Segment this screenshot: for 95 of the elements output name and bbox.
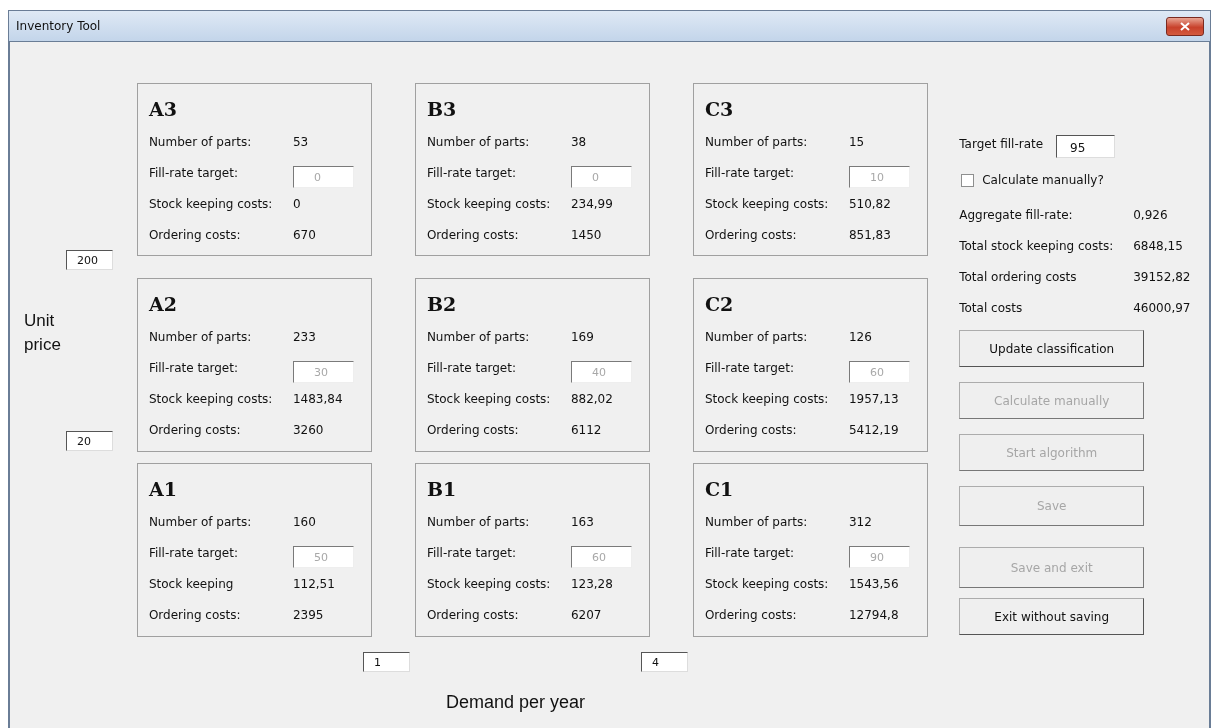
field-value: 53 xyxy=(292,134,309,149)
field-value: 670 xyxy=(292,227,316,242)
field-label: Fill-rate target: xyxy=(426,545,517,560)
field-value: 851,83 xyxy=(848,227,891,242)
field-label: Number of parts: xyxy=(426,514,531,529)
field-value: 3260 xyxy=(292,422,324,437)
panel-title: A1 xyxy=(148,478,178,502)
panel-title: B2 xyxy=(426,293,458,317)
field-value: 882,02 xyxy=(570,391,613,406)
field-label: Stock keeping costs: xyxy=(426,576,552,591)
field-label: Ordering costs: xyxy=(704,607,798,622)
field-label: Number of parts: xyxy=(704,134,809,149)
field-label: Total ordering costs xyxy=(959,269,1078,284)
checkbox[interactable] xyxy=(961,173,975,187)
field-value: 234,99 xyxy=(570,196,613,211)
field-label: Stock keeping costs: xyxy=(426,196,552,211)
field-label: Fill-rate target: xyxy=(704,360,795,375)
field-value: 160 xyxy=(292,514,316,529)
action-button[interactable]: Exit without saving xyxy=(959,598,1145,635)
threshold-field[interactable]: 1 xyxy=(362,652,410,672)
threshold-field[interactable]: 20 xyxy=(66,431,113,451)
field-label: Ordering costs: xyxy=(426,227,520,242)
field-label: Ordering costs: xyxy=(426,422,520,437)
field-value: 126 xyxy=(848,329,872,344)
field-value: 1957,13 xyxy=(848,391,899,406)
panel-title: C1 xyxy=(704,478,735,502)
panel-title: C2 xyxy=(704,293,735,317)
field-value: 38 xyxy=(570,134,587,149)
field-label: Total stock keeping costs: xyxy=(959,238,1115,253)
field-label: Number of parts: xyxy=(704,514,809,529)
field-value: 5412,19 xyxy=(848,422,899,437)
field-label: Stock keeping costs: xyxy=(426,391,552,406)
field-label: Stock keeping costs: xyxy=(704,576,830,591)
field-value: 233 xyxy=(292,329,316,344)
field-value: 169 xyxy=(570,329,594,344)
field-value: 510,82 xyxy=(848,196,891,211)
field-value: 1543,56 xyxy=(848,576,899,591)
field-value: 112,51 xyxy=(292,576,335,591)
close-button[interactable] xyxy=(1166,16,1204,36)
panel-title: B1 xyxy=(426,478,458,502)
field-label: Number of parts: xyxy=(148,134,253,149)
field-label: Ordering costs: xyxy=(704,227,798,242)
field-label: Target fill-rate xyxy=(959,136,1044,151)
field-label: Stock keeping costs: xyxy=(704,391,830,406)
field-value: 1483,84 xyxy=(292,391,343,406)
input-field[interactable]: 95 xyxy=(1056,135,1116,158)
field-value: 15 xyxy=(848,134,865,149)
field-label: Stock keeping xyxy=(148,576,235,591)
field-label: Number of parts: xyxy=(148,514,253,529)
close-icon xyxy=(1180,21,1190,31)
field-value: 12794,8 xyxy=(848,607,899,622)
checkbox-label: Calculate manually? xyxy=(982,173,1104,187)
field-value: 163 xyxy=(570,514,594,529)
field-label: Number of parts: xyxy=(426,329,531,344)
panel-title: A3 xyxy=(148,98,178,122)
field-label: Stock keeping costs: xyxy=(148,391,274,406)
field-label: Ordering costs: xyxy=(148,607,242,622)
field-label: Fill-rate target: xyxy=(704,165,795,180)
field-value: 1450 xyxy=(570,227,602,242)
axis-label: Demand per year xyxy=(445,692,585,713)
field-label: Fill-rate target: xyxy=(148,165,239,180)
field-label: Fill-rate target: xyxy=(148,360,239,375)
field-value: 6207 xyxy=(570,607,602,622)
field-label: Fill-rate target: xyxy=(148,545,239,560)
threshold-field[interactable]: 4 xyxy=(640,652,688,672)
field-value: 0,926 xyxy=(1133,207,1168,222)
field-value: 46000,97 xyxy=(1133,300,1191,315)
threshold-field[interactable]: 200 xyxy=(66,250,113,270)
field-value: 6848,15 xyxy=(1133,238,1183,253)
field-value: 312 xyxy=(848,514,872,529)
panel-title: C3 xyxy=(704,98,735,122)
panel-title: A2 xyxy=(148,293,178,317)
field-label: Total costs xyxy=(959,300,1024,315)
field-label: Fill-rate target: xyxy=(704,545,795,560)
field-label: Stock keeping costs: xyxy=(148,196,274,211)
action-button[interactable]: Update classification xyxy=(959,330,1145,367)
field-label: Ordering costs: xyxy=(704,422,798,437)
window-title: Inventory Tool xyxy=(16,19,101,33)
field-label: Number of parts: xyxy=(148,329,253,344)
axis-label: Unit price xyxy=(24,310,62,356)
field-label: Number of parts: xyxy=(704,329,809,344)
field-label: Stock keeping costs: xyxy=(704,196,830,211)
field-value: 6112 xyxy=(570,422,602,437)
field-value: 123,28 xyxy=(570,576,613,591)
field-label: Ordering costs: xyxy=(148,227,242,242)
field-label: Ordering costs: xyxy=(426,607,520,622)
field-label: Number of parts: xyxy=(426,134,531,149)
field-value: 39152,82 xyxy=(1133,269,1191,284)
field-value: 2395 xyxy=(292,607,324,622)
field-label: Fill-rate target: xyxy=(426,360,517,375)
field-value: 0 xyxy=(292,196,301,211)
field-label: Fill-rate target: xyxy=(426,165,517,180)
field-label: Aggregate fill-rate: xyxy=(959,207,1074,222)
panel-title: B3 xyxy=(426,98,458,122)
field-label: Ordering costs: xyxy=(148,422,242,437)
